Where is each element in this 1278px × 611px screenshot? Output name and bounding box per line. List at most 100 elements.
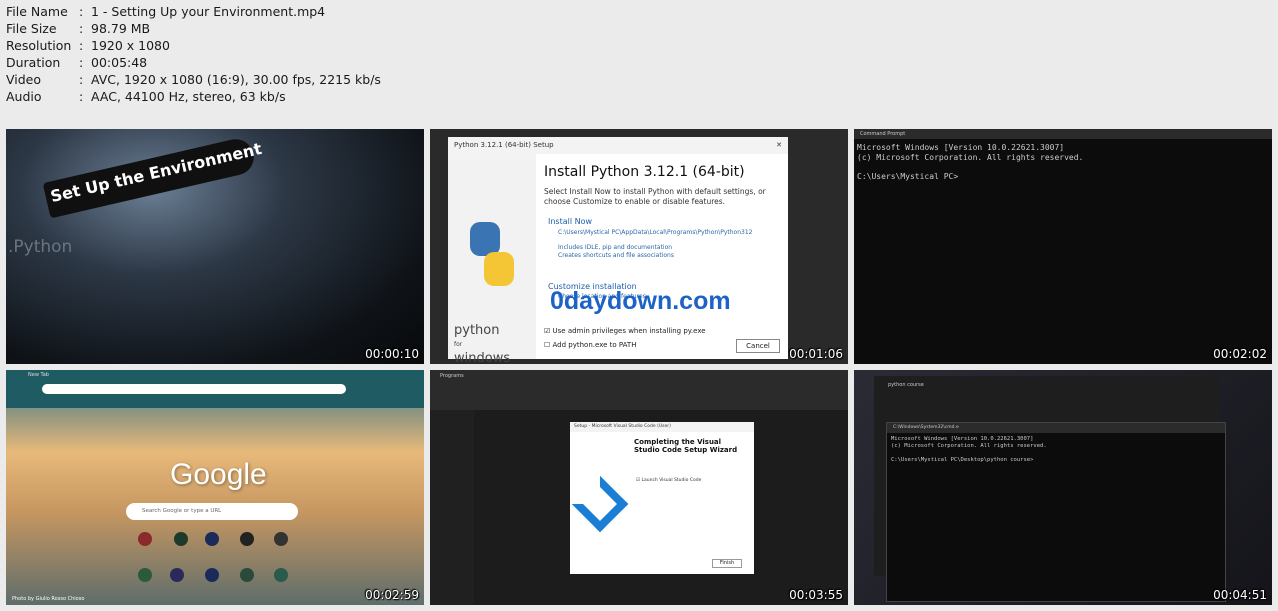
setup-heading: Completing the Visual Studio Code Setup … (634, 438, 738, 454)
info-separator: : (79, 21, 84, 36)
timestamp: 00:02:59 (365, 588, 419, 602)
thumbnail-2[interactable]: Python 3.12.1 (64-bit) Setup ✕ python fo… (430, 129, 848, 364)
info-separator: : (79, 55, 84, 70)
info-value: 98.79 MB (91, 21, 151, 36)
shortcuts-text: Creates shortcuts and file associations (558, 252, 674, 259)
admin-checkbox[interactable]: ☑ Use admin privileges when installing p… (544, 327, 706, 335)
shortcut-icon[interactable] (240, 532, 254, 546)
finish-button[interactable]: Finish (712, 559, 742, 568)
watermark: 0daydown.com (550, 287, 731, 315)
info-key: Video (6, 72, 42, 87)
info-value: 1920 x 1080 (91, 38, 170, 53)
dialog-title: Setup - Microsoft Visual Studio Code (Us… (570, 422, 754, 432)
shortcut-icon[interactable] (205, 532, 219, 546)
info-row-resolution: Resolution : 1920 x 1080 (6, 37, 381, 54)
launch-checkbox[interactable]: ☑ Launch Visual Studio Code (636, 478, 701, 483)
shortcut-icon[interactable] (138, 532, 152, 546)
terminal-output: Microsoft Windows [Version 10.0.22621.30… (887, 433, 1225, 467)
shortcut-icon[interactable] (205, 568, 219, 582)
close-icon: ✕ (776, 141, 782, 149)
shortcut-icon[interactable] (274, 568, 288, 582)
path-checkbox-label: Add python.exe to PATH (552, 341, 637, 349)
admin-checkbox-label: Use admin privileges when installing py.… (552, 327, 706, 335)
info-key: Duration (6, 55, 61, 70)
explorer-tab: Programs (440, 373, 464, 379)
info-row-video: Video : AVC, 1920 x 1080 (16:9), 30.00 f… (6, 71, 381, 88)
thumbnail-3[interactable]: Command Prompt Microsoft Windows [Versio… (854, 129, 1272, 364)
python-for-windows-text: python for windows (454, 323, 511, 365)
info-value: AVC, 1920 x 1080 (16:9), 30.00 fps, 2215… (91, 72, 381, 87)
file-info: File Name : 1 - Setting Up your Environm… (6, 3, 381, 105)
shortcut-icon[interactable] (138, 568, 152, 582)
install-description: Select Install Now to install Python wit… (544, 187, 766, 206)
info-row-duration: Duration : 00:05:48 (6, 54, 381, 71)
python-logo-icon (466, 222, 518, 290)
browser-chrome: New Tab (6, 370, 424, 408)
google-search-box[interactable]: Search Google or type a URL (126, 503, 298, 520)
terminal-tab: C:\Windows\System32\cmd.e (887, 423, 1225, 433)
dialog-titlebar: Python 3.12.1 (64-bit) Setup ✕ (448, 137, 788, 154)
info-value: 1 - Setting Up your Environment.mp4 (91, 4, 326, 19)
python-setup-dialog: Python 3.12.1 (64-bit) Setup ✕ python fo… (448, 137, 788, 364)
explorer-toolbar: Programs (430, 370, 848, 410)
launch-checkbox-label: Launch Visual Studio Code (641, 478, 702, 483)
terminal-line: C:\Users\Mystical PC\Desktop\python cour… (891, 457, 1034, 463)
timestamp: 00:03:55 (789, 588, 843, 602)
python-word: python (454, 323, 500, 338)
info-row-audio: Audio : AAC, 44100 Hz, stereo, 63 kb/s (6, 88, 381, 105)
terminal-line: (c) Microsoft Corporation. All rights re… (857, 152, 1084, 162)
cancel-button[interactable]: Cancel (736, 339, 780, 353)
explorer-tab: python course (888, 382, 924, 388)
thumbnail-4[interactable]: New Tab Google Search Google or type a U… (6, 370, 424, 605)
timestamp: 00:00:10 (365, 347, 419, 361)
info-key: File Size (6, 21, 57, 36)
dialog-sidebar (570, 432, 632, 552)
vscode-logo-icon (571, 475, 629, 533)
timestamp: 00:04:51 (1213, 588, 1267, 602)
path-checkbox[interactable]: ☐ Add python.exe to PATH (544, 341, 636, 349)
info-row-file-size: File Size : 98.79 MB (6, 20, 381, 37)
thumbnail-6[interactable]: python course C:\Windows\System32\cmd.e … (854, 370, 1272, 605)
explorer-sidebar (430, 410, 474, 605)
install-path: C:\Users\Mystical PC\AppData\Local\Progr… (558, 229, 753, 236)
cmd-window: C:\Windows\System32\cmd.e Microsoft Wind… (886, 422, 1226, 602)
shortcut-icon[interactable] (174, 532, 188, 546)
browser-tab: New Tab (28, 372, 49, 378)
shortcut-icon[interactable] (274, 532, 288, 546)
info-separator: : (79, 89, 84, 104)
windows-word: windows (454, 351, 511, 365)
info-separator: : (79, 72, 84, 87)
google-logo: Google (170, 458, 267, 491)
photo-credit: Photo by Giulio Rosso Chioso (12, 596, 85, 602)
timestamp: 00:01:06 (789, 347, 843, 361)
info-value: 00:05:48 (91, 55, 148, 70)
terminal-line: (c) Microsoft Corporation. All rights re… (891, 443, 1047, 449)
terminal-output: Microsoft Windows [Version 10.0.22621.30… (854, 139, 1272, 185)
info-separator: : (79, 38, 84, 53)
shortcut-icon[interactable] (240, 568, 254, 582)
thumbnail-1[interactable]: Set Up the Environment .Python 00:00:10 (6, 129, 424, 364)
install-now-link[interactable]: Install Now (548, 217, 592, 226)
terminal-line: Microsoft Windows [Version 10.0.22621.30… (857, 143, 1065, 152)
install-heading: Install Python 3.12.1 (64-bit) (544, 164, 745, 180)
terminal-line: C:\Users\Mystical PC> (857, 171, 959, 181)
thumbnail-5[interactable]: Programs Setup - Microsoft Visual Studio… (430, 370, 848, 605)
dialog-title: Python 3.12.1 (64-bit) Setup (454, 141, 554, 149)
info-value: AAC, 44100 Hz, stereo, 63 kb/s (91, 89, 286, 104)
info-key: Audio (6, 89, 42, 104)
for-word: for (454, 341, 463, 348)
info-row-file-name: File Name : 1 - Setting Up your Environm… (6, 3, 381, 20)
vscode-setup-dialog: Setup - Microsoft Visual Studio Code (Us… (570, 422, 754, 574)
terminal-line: Microsoft Windows [Version 10.0.22621.30… (891, 436, 1034, 442)
terminal-tab: Command Prompt (854, 129, 1272, 139)
thumbnail-grid: Set Up the Environment .Python 00:00:10 … (6, 129, 1272, 605)
address-bar[interactable] (42, 384, 346, 394)
shortcut-icon[interactable] (170, 568, 184, 582)
python-subtitle: .Python (8, 237, 73, 257)
info-key: Resolution (6, 38, 72, 53)
info-key: File Name (6, 4, 68, 19)
info-separator: : (79, 4, 84, 19)
dialog-sidebar: python for windows (448, 154, 536, 364)
